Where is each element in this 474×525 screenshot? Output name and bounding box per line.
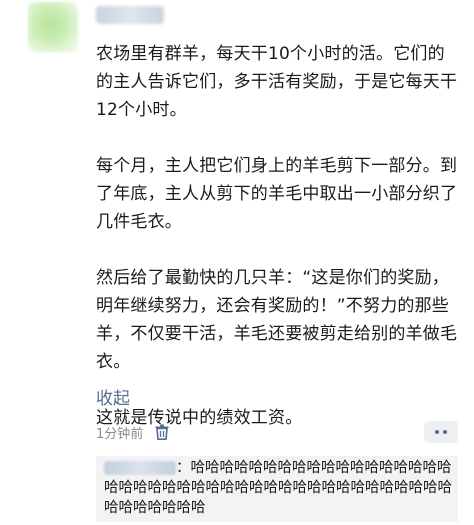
post-paragraph: 每个月，主人把它们身上的羊毛剪下一部分。到了年底，主人从剪下的羊毛中取出一小部分… bbox=[96, 156, 458, 232]
moments-post: 农场里有群羊，每天干10个小时的活。它们的的主人告诉它们，多干活有奖励，于是它每… bbox=[0, 0, 474, 525]
trash-icon-svg bbox=[155, 424, 169, 440]
comment-separator: ： bbox=[176, 460, 191, 476]
post-time: 1分钟前 bbox=[96, 426, 144, 442]
post-content: 农场里有群羊，每天干10个小时的活。它们的的主人告诉它们，多干活有奖励，于是它每… bbox=[96, 40, 458, 432]
more-actions-button[interactable] bbox=[424, 421, 458, 443]
post-paragraph: 农场里有群羊，每天干10个小时的活。它们的的主人告诉它们，多干活有奖励，于是它每… bbox=[96, 44, 458, 120]
avatar[interactable] bbox=[28, 2, 78, 52]
post-paragraph: 然后给了最勤快的几只羊：“这是你们的奖励，明年继续努力，还会有奖励的！”不努力的… bbox=[96, 268, 458, 372]
post-meta: 1分钟前 bbox=[96, 421, 169, 443]
comment-author-blurred[interactable] bbox=[104, 461, 176, 475]
collapse-link[interactable]: 收起 bbox=[96, 387, 130, 411]
username-blurred[interactable] bbox=[96, 6, 164, 24]
more-dots-icon bbox=[435, 430, 447, 434]
comment-section: ：哈哈哈哈哈哈哈哈哈哈哈哈哈哈哈哈哈哈哈哈哈哈哈哈哈哈哈哈哈哈哈哈哈哈哈哈哈哈哈… bbox=[96, 456, 458, 522]
trash-icon[interactable] bbox=[155, 424, 169, 440]
